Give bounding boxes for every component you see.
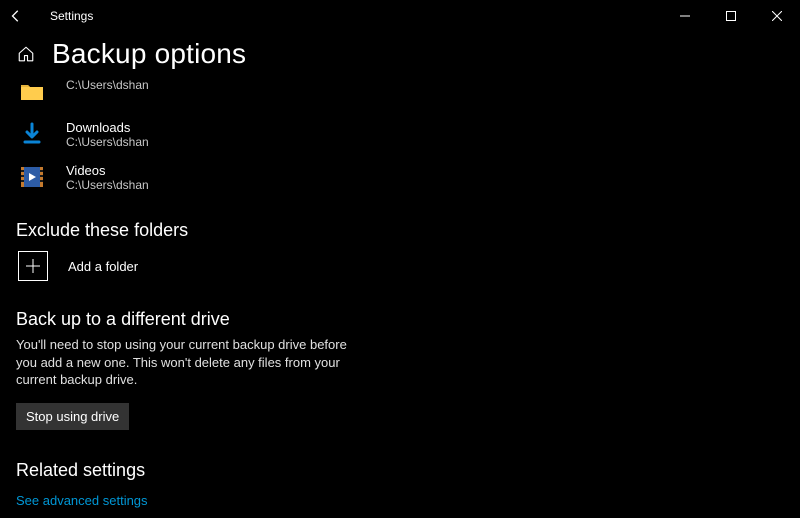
titlebar: Settings — [0, 0, 800, 32]
back-button[interactable] — [0, 9, 32, 23]
minimize-button[interactable] — [662, 0, 708, 32]
list-item[interactable]: C:\Users\dshan — [16, 78, 784, 106]
folder-name: Videos — [66, 163, 149, 178]
different-drive-description: You'll need to stop using your current b… — [16, 336, 356, 389]
folder-path: C:\Users\dshan — [66, 78, 149, 92]
plus-icon — [18, 251, 48, 281]
downloads-icon — [18, 120, 46, 148]
list-item[interactable]: Downloads C:\Users\dshan — [16, 120, 784, 149]
folder-path: C:\Users\dshan — [66, 178, 149, 192]
add-folder-label: Add a folder — [68, 259, 138, 274]
backup-folders-list: C:\Users\dshan Downloads C:\Users\dshan … — [16, 78, 784, 192]
maximize-button[interactable] — [708, 0, 754, 32]
add-folder-button[interactable]: Add a folder — [16, 251, 784, 281]
window-title: Settings — [50, 9, 93, 23]
close-button[interactable] — [754, 0, 800, 32]
see-advanced-settings-link[interactable]: See advanced settings — [16, 493, 148, 508]
home-button[interactable] — [16, 44, 36, 64]
related-settings-heading: Related settings — [16, 460, 784, 481]
stop-using-drive-button[interactable]: Stop using drive — [16, 403, 129, 430]
folder-path: C:\Users\dshan — [66, 135, 149, 149]
videos-icon — [18, 163, 46, 191]
folder-icon — [18, 78, 46, 106]
list-item[interactable]: Videos C:\Users\dshan — [16, 163, 784, 192]
exclude-heading: Exclude these folders — [16, 220, 784, 241]
page-title: Backup options — [52, 38, 246, 70]
folder-name: Downloads — [66, 120, 149, 135]
different-drive-heading: Back up to a different drive — [16, 309, 784, 330]
window-controls — [662, 0, 800, 32]
